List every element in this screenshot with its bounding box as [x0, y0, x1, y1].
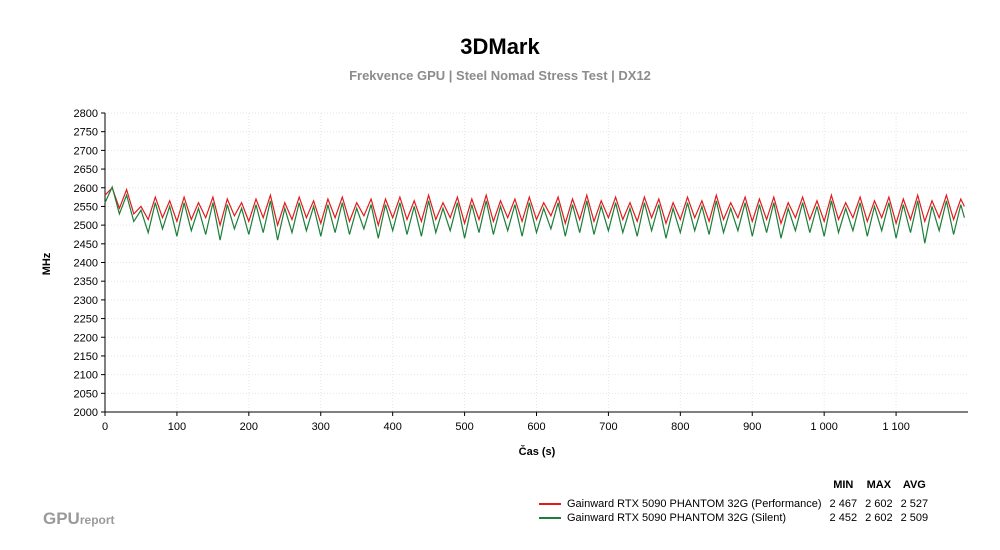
- x-tick-label: 600: [527, 421, 545, 433]
- legend-series-name: Gainward RTX 5090 PHANTOM 32G (Performan…: [567, 498, 822, 510]
- x-tick-label: 300: [312, 421, 330, 433]
- y-tick-label: 2250: [74, 314, 98, 326]
- legend-swatch-performance: [539, 503, 561, 506]
- y-tick-label: 2150: [74, 351, 98, 363]
- y-tick-label: 2600: [74, 183, 98, 195]
- x-tick-label: 200: [240, 421, 258, 433]
- x-tick-label: 700: [599, 421, 617, 433]
- legend-row-silent: Gainward RTX 5090 PHANTOM 32G (Silent) 2…: [535, 511, 932, 525]
- y-tick-label: 2450: [74, 239, 98, 251]
- y-tick-label: 2750: [74, 127, 98, 139]
- y-tick-label: 2100: [74, 370, 98, 382]
- y-axis-label: MHz: [41, 252, 53, 275]
- x-tick-label: 500: [455, 421, 473, 433]
- x-tick-label: 1 100: [882, 421, 910, 433]
- legend-header-min: MIN: [833, 479, 854, 491]
- legend-avg-value: 2 509: [900, 512, 929, 524]
- y-tick-label: 2650: [74, 164, 98, 176]
- legend-min-value: 2 467: [829, 498, 858, 510]
- x-tick-label: 100: [168, 421, 186, 433]
- grid-lines: [104, 112, 968, 413]
- legend-header-max: MAX: [866, 479, 892, 491]
- legend-avg-value: 2 527: [900, 498, 929, 510]
- x-tick-label: 1 000: [810, 421, 838, 433]
- x-tick-label: 900: [743, 421, 761, 433]
- y-tick-label: 2800: [74, 108, 98, 120]
- gpureport-logo: GPUreport: [43, 509, 115, 528]
- legend-row-performance: Gainward RTX 5090 PHANTOM 32G (Performan…: [535, 497, 932, 511]
- y-tick-label: 2500: [74, 220, 98, 232]
- y-tick-label: 2200: [74, 332, 98, 344]
- chart-plot: 2000205021002150220022502300235024002450…: [41, 108, 968, 458]
- legend-swatch-silent: [539, 517, 561, 520]
- x-tick-label: 0: [102, 421, 108, 433]
- legend-header-avg: AVG: [902, 479, 926, 491]
- legend-max-value: 2 602: [865, 498, 893, 510]
- legend-max-value: 2 602: [865, 512, 893, 524]
- y-tick-label: 2000: [74, 407, 98, 419]
- y-tick-label: 2350: [74, 276, 98, 288]
- series-lines: [104, 185, 965, 244]
- x-axis-label: Čas (s): [519, 445, 556, 458]
- y-tick-label: 2050: [74, 388, 98, 400]
- axes: 2000205021002150220022502300235024002450…: [74, 108, 968, 433]
- legend-min-value: 2 452: [829, 512, 858, 524]
- x-tick-label: 400: [383, 421, 401, 433]
- y-tick-label: 2550: [74, 201, 98, 213]
- y-tick-label: 2300: [74, 295, 98, 307]
- y-tick-label: 2700: [74, 145, 98, 157]
- legend-series-name: Gainward RTX 5090 PHANTOM 32G (Silent): [567, 512, 787, 524]
- legend-header-name: [535, 479, 826, 497]
- x-tick-label: 800: [671, 421, 689, 433]
- y-tick-label: 2400: [74, 258, 98, 270]
- legend: MIN MAX AVG Gainward RTX 5090 PHANTOM 32…: [535, 479, 932, 525]
